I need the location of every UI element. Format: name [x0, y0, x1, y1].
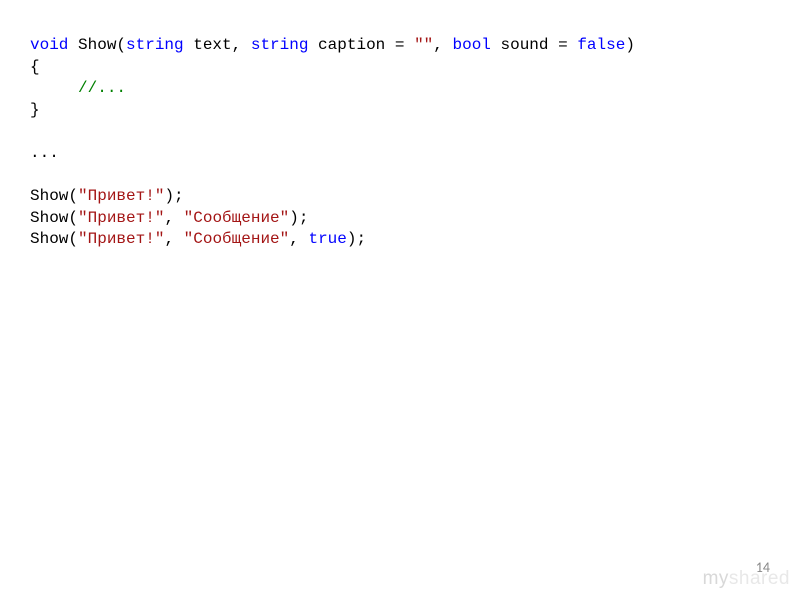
text: sound = [491, 36, 577, 54]
keyword-bool: bool [452, 36, 490, 54]
text: Show( [68, 36, 126, 54]
text: caption = [308, 36, 414, 54]
string-literal: "Сообщение" [184, 209, 290, 227]
string-literal: "" [414, 36, 433, 54]
code-line-1: void Show(string text, string caption = … [30, 35, 770, 57]
watermark-shared: shared [729, 568, 790, 589]
text: , [164, 230, 183, 248]
text: ); [347, 230, 366, 248]
string-literal: "Привет!" [78, 209, 164, 227]
keyword-true: true [308, 230, 346, 248]
code-line-2: { [30, 57, 770, 79]
text: Show( [30, 230, 78, 248]
code-block: void Show(string text, string caption = … [0, 0, 800, 251]
text: , [289, 230, 308, 248]
comment: //... [78, 79, 126, 97]
code-line-6: ... [30, 143, 770, 165]
code-line-3: //... [30, 78, 770, 100]
text: Show( [30, 209, 78, 227]
text: Show( [30, 187, 78, 205]
string-literal: "Привет!" [78, 187, 164, 205]
string-literal: "Сообщение" [184, 230, 290, 248]
indent [30, 79, 78, 97]
code-line-8: Show("Привет!"); [30, 186, 770, 208]
keyword-void: void [30, 36, 68, 54]
text: ); [289, 209, 308, 227]
watermark-my: my [703, 568, 729, 589]
text: , [433, 36, 452, 54]
keyword-string: string [126, 36, 184, 54]
watermark: myshared [703, 566, 790, 592]
code-blank [30, 121, 770, 143]
code-blank [30, 165, 770, 187]
keyword-false: false [577, 36, 625, 54]
code-line-4: } [30, 100, 770, 122]
text: text, [184, 36, 251, 54]
keyword-string: string [251, 36, 309, 54]
code-line-10: Show("Привет!", "Сообщение", true); [30, 229, 770, 251]
text: ); [164, 187, 183, 205]
text: , [164, 209, 183, 227]
string-literal: "Привет!" [78, 230, 164, 248]
text: ) [625, 36, 635, 54]
code-line-9: Show("Привет!", "Сообщение"); [30, 208, 770, 230]
